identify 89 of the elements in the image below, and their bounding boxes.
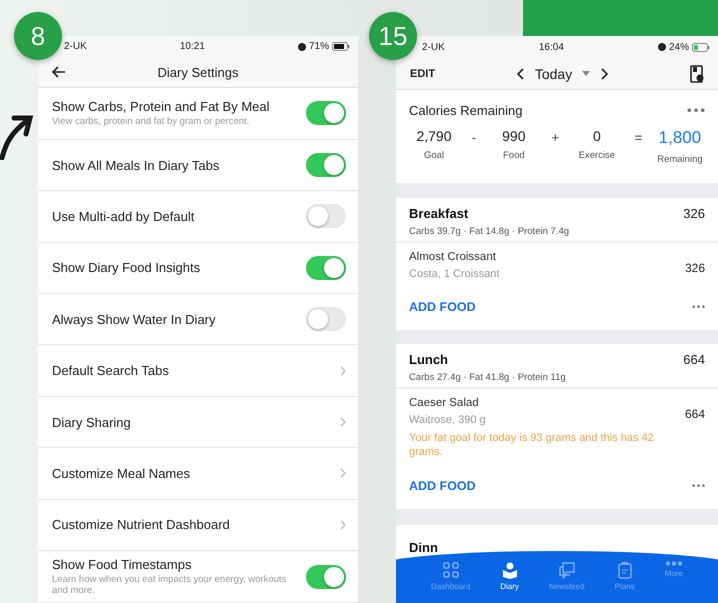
food-detail: Costa, 1 Croissant: [409, 268, 500, 280]
calorie-label: Exercise: [578, 150, 616, 161]
tab-button[interactable]: Diary: [500, 561, 519, 603]
phone-check-icon[interactable]: [690, 64, 704, 82]
setting-label: Customize Meal Names: [52, 466, 190, 481]
settings-row[interactable]: Show All Meals In Diary Tabs: [38, 140, 358, 192]
carrier-text: 2-UK: [64, 41, 87, 52]
macros-text: Carbs 27.4g · Fat 41.8g · Protein 11g: [409, 372, 566, 383]
date-label[interactable]: Today: [534, 66, 572, 82]
setting-label: Default Search Tabs: [52, 363, 169, 378]
card-title: Calories Remaining: [409, 103, 522, 118]
setting-label: Use Multi-add by Default: [52, 208, 194, 224]
setting-label: Customize Nutrient Dashboard: [52, 517, 230, 532]
setting-label: Show Food Timestamps: [52, 557, 192, 572]
setting-label: Diary Sharing: [52, 414, 131, 430]
settings-row[interactable]: Use Multi-add by Default: [38, 191, 358, 243]
meal-name: Breakfast: [409, 206, 468, 221]
setting-label: Show Diary Food Insights: [52, 260, 200, 276]
settings-row[interactable]: Default Search Tabs: [38, 345, 358, 397]
calorie-value: 2,790: [416, 128, 452, 144]
step-number: 8: [14, 12, 62, 60]
back-arrow-icon[interactable]: [52, 66, 66, 78]
settings-row[interactable]: Show Diary Food Insights: [38, 242, 358, 294]
chevron-icon: [340, 366, 346, 376]
toggle-switch[interactable]: [306, 101, 346, 126]
calorie-value: 1,800: [658, 128, 702, 148]
setting-label: Show Carbs, Protein and Fat By Meal: [52, 99, 270, 114]
clock-text: 10:21: [180, 41, 205, 52]
food-entry[interactable]: Caeser Salad Waitrose, 390 g Your fat goal for today is 93 grams and this has 42 grams. 664: [396, 389, 718, 469]
chat-icon: [558, 561, 576, 579]
battery-icon: [332, 42, 350, 52]
food-calories: 664: [684, 407, 705, 421]
setting-label: Show All Meals In Diary Tabs: [52, 158, 220, 173]
setting-hint: Learn how when you eat impacts your energy, workouts and more.: [52, 574, 288, 596]
meal-calories: 664: [683, 352, 705, 367]
calorie-label: Food: [502, 150, 525, 161]
meal-name: Dinn: [409, 540, 438, 555]
meal-calories: 326: [683, 206, 705, 221]
food-detail: Waitrose, 390 g: [409, 414, 487, 426]
food-entry[interactable]: Almost Croissant Costa, 1 Croissant 326: [396, 243, 718, 290]
person-book-icon: [500, 561, 519, 579]
settings-row[interactable]: Show Carbs, Protein and Fat By Meal View carbs, protein and fat by gram or percent.: [38, 88, 358, 140]
setting-label: Always Show Water In Diary: [52, 312, 216, 327]
clipboard-icon: [616, 561, 634, 579]
edit-button[interactable]: EDIT: [410, 68, 436, 80]
carrier-text: 2-UK: [422, 42, 445, 52]
more-icon[interactable]: [692, 484, 705, 488]
food-name: Almost Croissant: [409, 251, 497, 263]
meal-name: Lunch: [409, 352, 448, 367]
chevron-right-icon[interactable]: [600, 68, 608, 80]
operator-text: -: [472, 130, 476, 145]
chevron-left-icon[interactable]: [516, 68, 525, 80]
chevron-icon: [340, 520, 346, 530]
toggle-switch[interactable]: [306, 307, 346, 332]
battery-text: 24%: [668, 42, 689, 52]
food-calories: 326: [684, 261, 705, 275]
chevron-icon: [340, 417, 346, 428]
insight-text: Your fat goal for today is 93 grams and this has 42 grams.: [409, 431, 655, 459]
calorie-value: 990: [502, 128, 526, 144]
screen-title: Diary Settings: [158, 64, 240, 80]
toggle-switch[interactable]: [306, 153, 346, 178]
operator-text: +: [552, 130, 560, 145]
toggle-switch[interactable]: [306, 204, 346, 228]
more-icon[interactable]: [687, 108, 705, 113]
toggle-switch[interactable]: [306, 256, 346, 280]
settings-row[interactable]: Always Show Water In Diary: [38, 294, 358, 346]
add-food-button[interactable]: ADD FOOD: [409, 300, 476, 314]
settings-row[interactable]: Customize Nutrient Dashboard: [38, 500, 358, 551]
calorie-label: Goal: [424, 150, 444, 161]
clock-text: 16:04: [538, 42, 564, 52]
calorie-value: 0: [592, 128, 601, 144]
food-name: Caeser Salad: [409, 397, 480, 409]
more-icon[interactable]: [692, 305, 705, 309]
calorie-label: Remaining: [657, 154, 703, 165]
grid-icon: [442, 561, 460, 579]
battery-icon: [692, 42, 710, 52]
toggle-switch[interactable]: [306, 564, 346, 588]
setting-hint: View carbs, protein and fat by gram or percent.: [52, 116, 250, 128]
operator-text: =: [634, 130, 642, 145]
settings-row[interactable]: Diary Sharing: [38, 396, 358, 448]
macros-text: Carbs 39.7g · Fat 14.8g · Protein 7.4g: [409, 226, 570, 237]
battery-text: 71%: [308, 41, 329, 52]
step-number: 15: [369, 12, 417, 60]
settings-row[interactable]: Show Food Timestamps Learn how when you eat impacts your energy, workouts and more.: [38, 551, 358, 603]
add-food-button[interactable]: ADD FOOD: [409, 479, 476, 493]
chevron-icon: [340, 468, 346, 478]
caret-icon: [582, 71, 590, 76]
dots-icon: [664, 561, 683, 566]
settings-row[interactable]: Customize Meal Names: [38, 448, 358, 500]
